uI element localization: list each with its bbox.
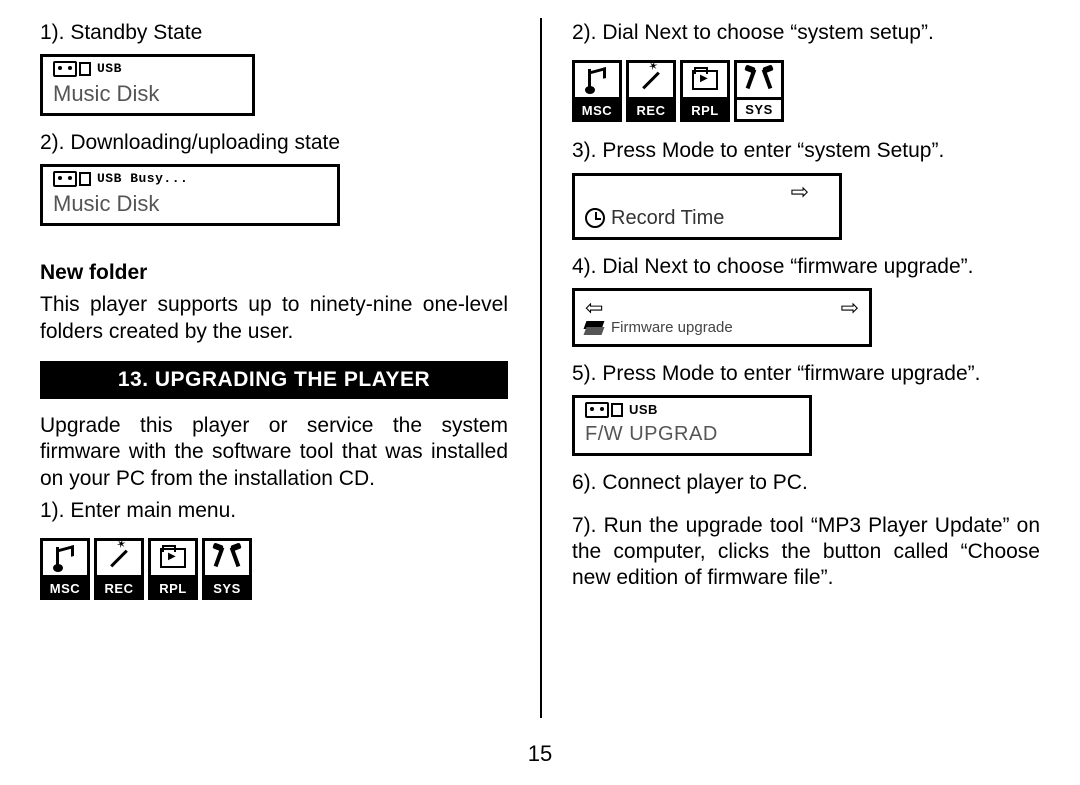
menu-rpl: RPL: [680, 60, 730, 122]
lcd-title: Music Disk: [53, 190, 327, 218]
cassette-icon: [585, 402, 623, 418]
section-heading: 13. UPGRADING THE PLAYER: [40, 361, 508, 399]
fw-upgrad-title: F/W UPGRAD: [585, 422, 799, 447]
step-text: 4). Dial Next to choose “firmware upgrad…: [572, 254, 1040, 280]
step-text: 1). Enter main menu.: [40, 498, 508, 524]
arrow-row: ⇦ ⇨: [585, 297, 859, 319]
usb-badge: USB: [97, 61, 122, 77]
lcd-top-row: USB Busy...: [53, 171, 327, 187]
microphone-icon: [626, 60, 676, 100]
newfolder-heading: New folder: [40, 260, 508, 286]
column-divider: [540, 18, 542, 718]
menu-strip-right: MSC REC RPL SYS: [572, 60, 784, 122]
replay-icon: [680, 60, 730, 100]
usb-badge: USB: [629, 402, 658, 418]
lcd-fw-upgrad: USB F/W UPGRAD: [572, 395, 812, 456]
step-text: 7). Run the upgrade tool “MP3 Player Upd…: [572, 513, 1040, 592]
right-column: 2). Dial Next to choose “system setup”. …: [540, 0, 1080, 720]
upgrade-text: Upgrade this player or service the syste…: [40, 413, 508, 492]
replay-icon: [148, 538, 198, 578]
arrow-row: ⇨: [585, 180, 829, 206]
usb-badge: USB Busy...: [97, 171, 188, 187]
step-text: 2). Dial Next to choose “system setup”.: [572, 20, 1040, 46]
recordtime-label: Record Time: [611, 206, 724, 231]
left-column: 1). Standby State USB Music Disk 2). Dow…: [0, 0, 540, 720]
layers-icon: [585, 321, 603, 335]
menu-label: RPL: [680, 100, 730, 122]
cassette-icon: [53, 171, 91, 187]
tools-icon: [202, 538, 252, 578]
menu-rpl: RPL: [148, 538, 198, 600]
menu-label: MSC: [40, 578, 90, 600]
right-arrow-icon: ⇨: [841, 297, 859, 319]
cassette-icon: [53, 61, 91, 77]
menu-msc: MSC: [572, 60, 622, 122]
menu-label: SYS: [202, 578, 252, 600]
lcd-standby: USB Music Disk: [40, 54, 255, 116]
lcd-title: Music Disk: [53, 80, 242, 108]
menu-sys-selected: SYS: [734, 60, 784, 122]
music-icon: [40, 538, 90, 578]
menu-label: RPL: [148, 578, 198, 600]
microphone-icon: [94, 538, 144, 578]
step-text: 3). Press Mode to enter “system Setup”.: [572, 138, 1040, 164]
step-text: 5). Press Mode to enter “firmware upgrad…: [572, 361, 1040, 387]
step-text: 6). Connect player to PC.: [572, 470, 1040, 496]
step-text: 1). Standby State: [40, 20, 508, 46]
music-icon: [572, 60, 622, 100]
menu-rec: REC: [94, 538, 144, 600]
lcd-recordtime: ⇨ Record Time: [572, 173, 842, 240]
firmware-upgrade-label: Firmware upgrade: [611, 319, 733, 338]
menu-label: SYS: [734, 100, 784, 122]
lcd-firmware-choice: ⇦ ⇨ Firmware upgrade: [572, 288, 872, 347]
tools-icon: [734, 60, 784, 100]
menu-rec: REC: [626, 60, 676, 122]
menu-sys: SYS: [202, 538, 252, 600]
menu-label: MSC: [572, 100, 622, 122]
newfolder-text: This player supports up to ninety-nine o…: [40, 292, 508, 345]
manual-page: 1). Standby State USB Music Disk 2). Dow…: [0, 0, 1080, 785]
lcd-busy: USB Busy... Music Disk: [40, 164, 340, 226]
page-number: 15: [0, 741, 1080, 767]
menu-label: REC: [94, 578, 144, 600]
menu-label: REC: [626, 100, 676, 122]
right-arrow-icon: ⇨: [791, 181, 809, 203]
step-text: 2). Downloading/uploading state: [40, 130, 508, 156]
left-arrow-icon: ⇦: [585, 297, 603, 319]
menu-msc: MSC: [40, 538, 90, 600]
menu-strip-left: MSC REC RPL SYS: [40, 538, 252, 600]
lcd-top-row: USB: [53, 61, 242, 77]
clock-icon: [585, 208, 605, 228]
